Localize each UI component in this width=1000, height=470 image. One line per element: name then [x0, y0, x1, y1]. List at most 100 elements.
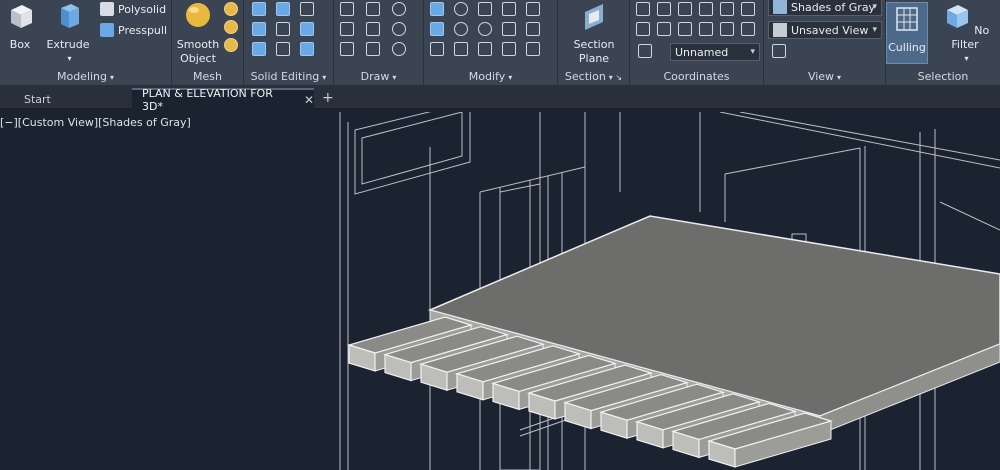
mirror-icon[interactable] [430, 42, 444, 56]
ucs-combo[interactable]: Unnamed ▾ [670, 43, 760, 61]
chevron-down-icon: ▾ ↘ [608, 73, 623, 82]
mesh-panel-title[interactable]: Mesh [172, 70, 243, 83]
slice-icon[interactable] [276, 22, 290, 36]
ucs-world-icon[interactable] [657, 2, 671, 16]
mesh-sphere-icon[interactable] [224, 2, 238, 16]
arc-icon[interactable] [392, 2, 406, 16]
solid-editing-title-text: Solid Editing [250, 70, 320, 83]
modify-tools [430, 2, 540, 56]
add-tab-icon[interactable]: + [322, 90, 334, 106]
presspull-button[interactable]: Presspull [100, 21, 167, 39]
tab-plan-elevation[interactable]: PLAN & ELEVATION FOR 3D* ✕ [132, 87, 314, 113]
extrude-icon [61, 4, 79, 28]
viewport-config-icon[interactable] [772, 44, 786, 58]
solid-editing-tools [252, 2, 314, 56]
ucs-object-icon[interactable] [657, 22, 671, 36]
trim-icon[interactable] [526, 2, 540, 16]
culling-button[interactable]: Culling [886, 2, 928, 64]
ucs-x-icon[interactable] [699, 2, 713, 16]
extract-edges-icon[interactable] [252, 42, 266, 56]
spline-icon[interactable] [340, 22, 354, 36]
view-panel-title[interactable]: View ▾ [764, 70, 885, 83]
named-view-icon [773, 23, 787, 37]
circle-icon[interactable] [392, 22, 406, 36]
ucs-face-icon[interactable] [636, 22, 650, 36]
coordinates-title-text: Coordinates [663, 70, 730, 83]
fillet-icon[interactable] [526, 22, 540, 36]
construction-line-icon[interactable] [366, 22, 380, 36]
solid-editing-panel-title[interactable]: Solid Editing ▾ [244, 70, 333, 83]
polysolid-icon [100, 2, 114, 16]
section-plane-button[interactable]: Section Plane [570, 2, 618, 66]
ucs-zaxis-icon[interactable] [720, 22, 734, 36]
mesh-crease-icon[interactable] [224, 38, 238, 52]
modeling-title-text: Modeling [56, 70, 108, 83]
chevron-down-icon: ▾ [322, 73, 327, 82]
thicken-icon[interactable] [300, 22, 314, 36]
filter-cube-icon [946, 5, 968, 28]
ucs-view-icon[interactable] [678, 22, 692, 36]
extrude-dropdown-icon[interactable]: ▾ [47, 52, 92, 66]
3d-move-icon[interactable] [454, 2, 468, 16]
draw-title-text: Draw [360, 70, 390, 83]
selection-title-text: Selection [917, 70, 969, 83]
chevron-down-icon: ▾ [837, 73, 842, 82]
interfere-icon[interactable] [252, 22, 266, 36]
copy-icon[interactable] [478, 2, 492, 16]
smooth-object-button[interactable]: Smooth Object [176, 2, 220, 66]
modeling-panel-title[interactable]: Modeling ▾ [0, 70, 171, 83]
polysolid-button[interactable]: Polysolid [100, 0, 166, 18]
mesh-title-text: Mesh [193, 70, 222, 83]
close-icon[interactable]: ✕ [304, 93, 314, 107]
filter-dropdown-icon[interactable]: ▾ [937, 52, 996, 66]
array-icon[interactable] [478, 42, 492, 56]
modify-title-text: Modify [468, 70, 506, 83]
named-view-combo[interactable]: Unsaved View ▾ [768, 21, 882, 39]
mesh-refine-icon[interactable] [224, 20, 238, 34]
section-panel-title[interactable]: Section ▾ ↘ [558, 70, 629, 83]
subtract-icon[interactable] [276, 2, 290, 16]
model-scene[interactable] [0, 112, 1000, 470]
move-icon[interactable] [430, 2, 444, 16]
coordinates-panel-title[interactable]: Coordinates [630, 70, 763, 83]
selection-panel-title[interactable]: Selection [886, 70, 1000, 83]
rotate-icon[interactable] [430, 22, 444, 36]
stretch-icon[interactable] [502, 2, 516, 16]
tab-start[interactable]: Start [14, 88, 124, 110]
modeling-panel: Box Extrude ▾ Polysolid Presspull Modeli… [0, 0, 172, 86]
imprint-icon[interactable] [276, 42, 290, 56]
3d-rotate-icon[interactable] [454, 22, 468, 36]
presspull-icon [100, 23, 114, 37]
ucs-3point-icon[interactable] [699, 22, 713, 36]
viewport-label[interactable]: [−][Custom View][Shades of Gray] [0, 116, 191, 129]
intersect-icon[interactable] [300, 2, 314, 16]
loop-icon[interactable] [478, 22, 492, 36]
polyline-icon[interactable] [366, 2, 380, 16]
ellipse-icon[interactable] [392, 42, 406, 56]
ucs-z-icon[interactable] [741, 2, 755, 16]
ucs-origin-icon[interactable] [678, 2, 692, 16]
no-filter-button[interactable]: No Filter ▾ [934, 2, 996, 66]
mesh-panel: Smooth Object Mesh [172, 0, 244, 86]
ucs-icon[interactable] [636, 2, 650, 16]
visual-style-combo[interactable]: Shades of Gray ▾ [768, 0, 882, 16]
offset-edge-icon[interactable] [300, 42, 314, 56]
offset-icon[interactable] [502, 42, 516, 56]
drawing-viewport[interactable]: [−][Custom View][Shades of Gray] [0, 112, 1000, 470]
rectangle-icon[interactable] [366, 42, 380, 56]
selection-panel: Culling No Filter ▾ Selection [886, 0, 1000, 86]
extrude-button[interactable]: Extrude ▾ [44, 2, 92, 66]
modify-panel-title[interactable]: Modify ▾ [424, 70, 557, 83]
polygon-icon[interactable] [340, 42, 354, 56]
scale-icon[interactable] [502, 22, 516, 36]
culling-icon [896, 7, 918, 31]
draw-panel-title[interactable]: Draw ▾ [334, 70, 423, 83]
union-icon[interactable] [252, 2, 266, 16]
ucs-previous-icon[interactable] [741, 22, 755, 36]
ucs-y-icon[interactable] [720, 2, 734, 16]
line-icon[interactable] [340, 2, 354, 16]
erase-icon[interactable] [526, 42, 540, 56]
3d-align-icon[interactable] [454, 42, 468, 56]
box-button[interactable]: Box [4, 2, 36, 52]
ucs-named-icon[interactable] [638, 44, 652, 58]
